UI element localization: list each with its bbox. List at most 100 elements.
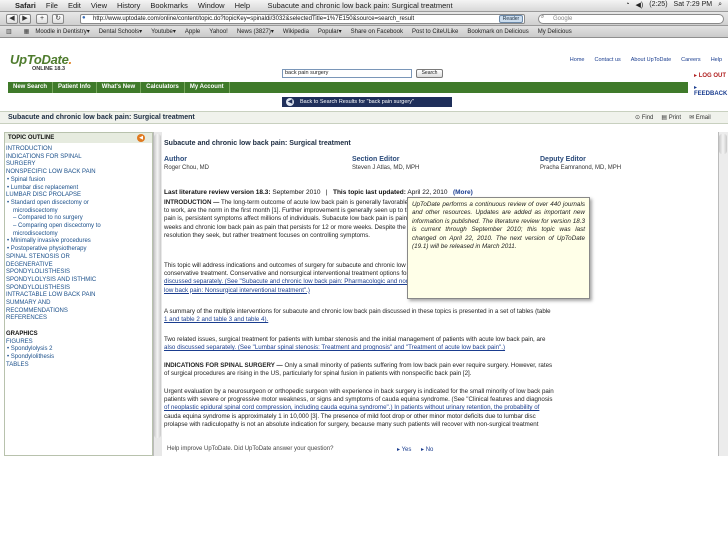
scope-link[interactable]: low back pain: Nonsurgical interventiona… xyxy=(164,287,310,294)
bookmark-item[interactable]: Yahoo! xyxy=(209,26,228,37)
battery-status[interactable]: (2:25) xyxy=(649,1,667,9)
urgent-link[interactable]: of neoplastic epidural spinal cord compr… xyxy=(164,404,539,411)
menu-app[interactable]: Safari xyxy=(15,1,36,10)
summary-line: A summary of the multiple interventions … xyxy=(164,308,551,315)
link-home[interactable]: Home xyxy=(570,57,585,63)
deputy-editor-name[interactable]: Pracha Eamranond, MD, MPH xyxy=(540,165,621,171)
menu-edit[interactable]: Edit xyxy=(68,1,81,10)
bookmark-item[interactable]: Popular▾ xyxy=(318,26,342,37)
outline-item[interactable]: LUMBAR DISC PROLAPSE xyxy=(6,192,150,200)
print-button[interactable]: ▤ Print xyxy=(661,114,681,121)
search-button[interactable]: Search xyxy=(416,69,443,78)
find-button[interactable]: ⊙ Find xyxy=(635,114,653,121)
menu-view[interactable]: View xyxy=(91,1,107,10)
outline-item[interactable]: • Spondylolithesis xyxy=(7,354,151,362)
article-scroll-thumb[interactable] xyxy=(719,134,727,154)
forward-icon[interactable]: ▶ xyxy=(19,14,31,24)
article-scrollbar[interactable] xyxy=(718,132,728,456)
outline-item[interactable]: DEGENERATIVE xyxy=(6,262,150,270)
link-careers[interactable]: Careers xyxy=(681,57,701,63)
menu-help[interactable]: Help xyxy=(235,1,250,10)
bookmark-item[interactable]: Post to CiteULike xyxy=(412,26,458,37)
clock[interactable]: Sat 7:29 PM xyxy=(674,1,713,9)
outline-item[interactable]: SPONDYLOLYSIS AND ISTHMIC xyxy=(6,277,150,285)
menu-window[interactable]: Window xyxy=(198,1,225,10)
address-bar[interactable]: http://www.uptodate.com/online/content/t… xyxy=(80,14,525,24)
section-editor-name[interactable]: Steven J Atlas, MD, MPH xyxy=(352,165,419,171)
reader-button[interactable]: Reader xyxy=(499,15,523,23)
add-bookmark-icon[interactable]: + xyxy=(36,14,48,24)
outline-item[interactable]: FIGURES xyxy=(6,339,150,347)
bookmark-item[interactable]: Wikipedia xyxy=(283,26,309,37)
bookmarks-book-icon[interactable]: ▥ xyxy=(6,26,12,37)
bookmark-item[interactable]: My Delicious xyxy=(538,26,572,37)
back-to-results-button[interactable]: Back to Search Results for "back pain su… xyxy=(282,97,452,107)
outline-item[interactable]: • Spondylolysis 2 xyxy=(7,346,151,354)
bookmark-item[interactable]: Apple xyxy=(185,26,200,37)
nav-my-account[interactable]: My Account xyxy=(185,82,230,93)
collapse-outline-icon[interactable]: ◀ xyxy=(137,134,145,142)
outline-item[interactable]: INTRODUCTION xyxy=(6,146,150,154)
back-icon[interactable]: ◀ xyxy=(6,14,18,24)
outline-item[interactable]: • Postoperative physiotherapy xyxy=(7,246,151,254)
outline-scroll-thumb[interactable] xyxy=(154,134,161,438)
menu-bookmarks[interactable]: Bookmarks xyxy=(150,1,188,10)
volume-icon[interactable]: ◀) xyxy=(636,1,644,9)
nav-patient-info[interactable]: Patient Info xyxy=(53,82,97,93)
bookmark-item[interactable]: News (3827)▾ xyxy=(237,26,274,37)
wifi-icon[interactable]: ◔ xyxy=(625,1,629,9)
email-button[interactable]: ✉ Email xyxy=(689,114,711,121)
outline-item[interactable]: TABLES xyxy=(6,362,150,370)
logout-link[interactable]: ▸ LOG OUT xyxy=(694,72,726,79)
outline-item[interactable]: SPONDYLOLISTHESIS xyxy=(6,285,150,293)
link-help[interactable]: Help xyxy=(711,57,722,63)
related-line: Two related issues, surgical treatment f… xyxy=(164,336,546,343)
bookmark-item[interactable]: Bookmark on Delicious xyxy=(467,26,528,37)
outline-item[interactable]: • Minimally invasive procedures xyxy=(7,238,151,246)
nav-whats-new[interactable]: What's New xyxy=(97,82,142,93)
bookmark-item[interactable]: Dental Schools▾ xyxy=(99,26,142,37)
outline-item[interactable]: microdiscectomy xyxy=(13,208,157,216)
outline-item[interactable]: SPONDYLOLISTHESIS xyxy=(6,269,150,277)
uptodate-logo[interactable]: UpToDate. xyxy=(10,52,72,67)
bookmark-item[interactable]: Share on Facebook xyxy=(351,26,403,37)
outline-item[interactable]: • Standard open discectomy or xyxy=(7,200,151,208)
menu-file[interactable]: File xyxy=(46,1,58,10)
google-search-input[interactable]: Google xyxy=(538,14,724,24)
yes-link[interactable]: ▸ Yes xyxy=(397,446,411,453)
logo-text: UpToDate xyxy=(10,52,69,67)
outline-item[interactable]: RECOMMENDATIONS xyxy=(6,308,150,316)
find-icon: ⊙ xyxy=(635,115,641,121)
tables-link[interactable]: 1 and table 2 and table 3 and table 4). xyxy=(164,316,268,323)
link-about[interactable]: About UpToDate xyxy=(631,57,671,63)
top-sites-icon[interactable]: ▦ xyxy=(24,26,30,37)
more-link[interactable]: (More) xyxy=(453,189,473,196)
spotlight-icon[interactable]: ⌕ xyxy=(718,1,722,9)
deputy-editor-label: Deputy Editor xyxy=(540,156,586,163)
outline-item[interactable]: • Spinal fusion xyxy=(7,177,151,185)
related-link[interactable]: also discussed separately. (See "Lumbar … xyxy=(164,344,505,351)
menu-history[interactable]: History xyxy=(117,1,140,10)
outline-item[interactable]: • Lumbar disc replacement xyxy=(7,185,151,193)
outline-item[interactable]: SUMMARY AND xyxy=(6,300,150,308)
reload-icon[interactable]: ↻ xyxy=(52,14,64,24)
nav-calculators[interactable]: Calculators xyxy=(141,82,185,93)
outline-item[interactable]: INDICATIONS FOR SPINAL xyxy=(6,154,150,162)
outline-item[interactable]: – Comparing open discectomy to xyxy=(13,223,157,231)
nav-new-search[interactable]: New Search xyxy=(8,82,54,93)
help-question: Help improve UpToDate. Did UpToDate answ… xyxy=(167,446,334,452)
outline-item[interactable]: SPINAL STENOSIS OR xyxy=(6,254,150,262)
feedback-link[interactable]: ▸ FEEDBACK xyxy=(694,84,728,97)
link-contact[interactable]: Contact us xyxy=(594,57,620,63)
author-name[interactable]: Roger Chou, MD xyxy=(164,165,209,171)
outline-item[interactable]: INTRACTABLE LOW BACK PAIN xyxy=(6,292,150,300)
bookmark-item[interactable]: Youtube▾ xyxy=(151,26,176,37)
no-link[interactable]: ▸ No xyxy=(421,446,433,453)
outline-item[interactable]: microdiscectomy xyxy=(13,231,157,239)
bookmark-item[interactable]: Moodle in Dentistry▾ xyxy=(35,26,89,37)
outline-item[interactable]: SURGERY xyxy=(6,161,150,169)
outline-item[interactable]: – Compared to no surgery xyxy=(13,215,157,223)
outline-item[interactable]: REFERENCES xyxy=(6,315,150,323)
outline-item[interactable]: NONSPECIFIC LOW BACK PAIN xyxy=(6,169,150,177)
search-input[interactable]: back pain surgery xyxy=(282,69,412,78)
